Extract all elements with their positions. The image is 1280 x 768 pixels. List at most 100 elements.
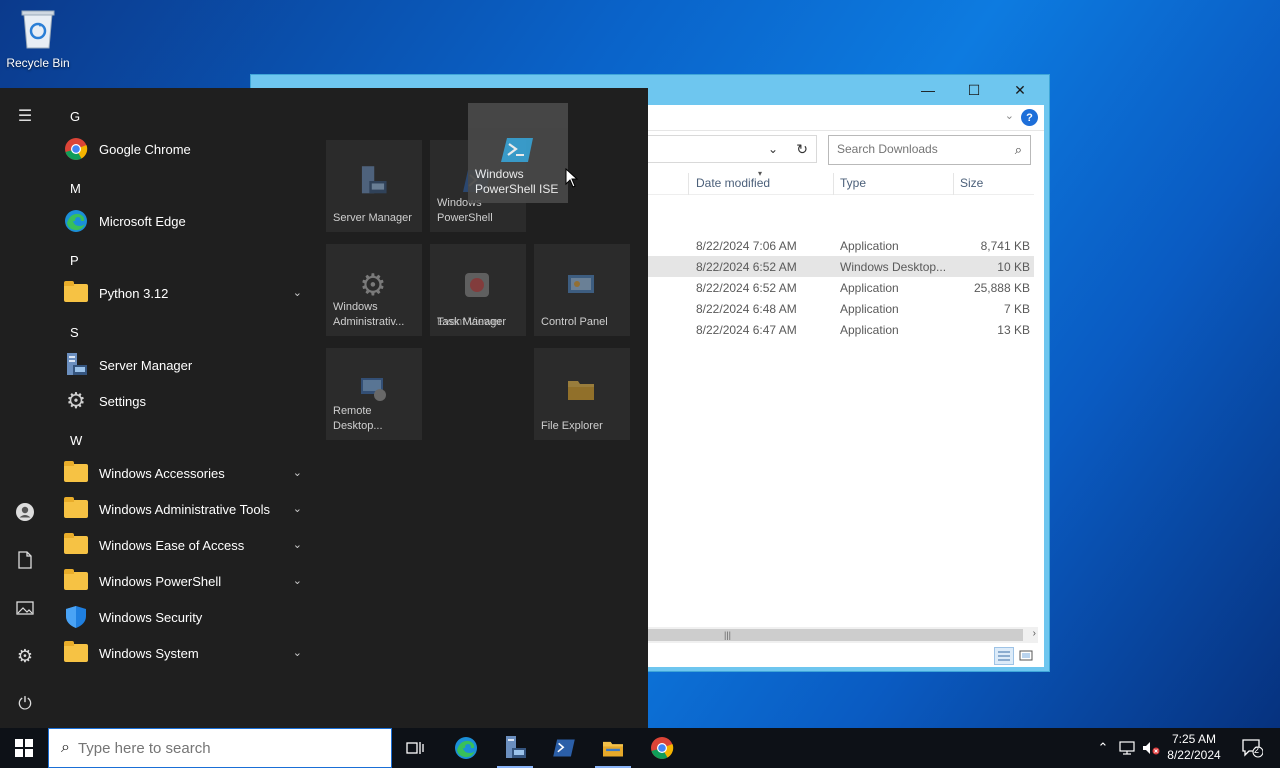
app-windows-security[interactable]: Windows Security [60, 600, 310, 634]
scroll-right-icon[interactable]: › [1033, 628, 1036, 639]
tile-file-explorer[interactable]: File Explorer [534, 348, 630, 440]
app-microsoft-edge[interactable]: Microsoft Edge [60, 204, 310, 238]
help-button[interactable]: ? [1021, 109, 1038, 126]
tile-label: Windows Administrativ... [333, 301, 405, 328]
letter-header-s[interactable]: S [70, 325, 79, 340]
app-label: Windows Ease of Access [99, 537, 245, 553]
tile-task-manager-event-viewer[interactable]: Task Manager Event Viewer [430, 244, 526, 336]
letter-header-w[interactable]: W [70, 433, 82, 448]
chevron-down-icon[interactable]: ⌄ [293, 574, 302, 587]
taskbar-chrome[interactable] [638, 728, 686, 768]
scrollbar-thumb[interactable]: ||| [648, 629, 1023, 641]
search-icon: ⌕ [1014, 142, 1022, 157]
recycle-bin-desktop-icon[interactable]: Recycle Bin [6, 6, 70, 70]
row-type: Application [840, 239, 899, 253]
app-windows-accessories[interactable]: Windows Accessories ⌄ [60, 456, 310, 490]
tile-remote-desktop[interactable]: Remote Desktop... [326, 348, 422, 440]
edge-icon [63, 208, 89, 234]
action-center-button[interactable]: 2 [1232, 728, 1272, 768]
large-icons-view-button[interactable] [1016, 647, 1036, 665]
taskbar-server-manager[interactable] [491, 728, 539, 768]
network-button[interactable] [1116, 728, 1138, 768]
search-input[interactable] [829, 136, 999, 162]
app-label: Google Chrome [99, 141, 191, 157]
chevron-down-icon[interactable]: ⌄ [293, 286, 302, 299]
server-manager-icon [356, 164, 390, 198]
tile-server-manager[interactable]: Server Manager [326, 140, 422, 232]
app-windows-system[interactable]: Windows System ⌄ [60, 636, 310, 670]
app-server-manager[interactable]: Server Manager [60, 348, 310, 382]
task-view-icon [406, 742, 424, 754]
pictures-button[interactable] [0, 588, 50, 628]
chevron-down-icon[interactable]: ⌄ [293, 646, 302, 659]
expand-menu-button[interactable]: ☰ [0, 96, 50, 136]
table-row[interactable]: 8/22/2024 6:47 AM Application 13 KB [648, 319, 1034, 340]
letter-header-p[interactable]: P [70, 253, 79, 268]
column-size[interactable]: Size [960, 176, 983, 190]
status-bar [648, 645, 1044, 667]
taskbar-file-explorer[interactable] [589, 728, 637, 768]
table-row[interactable]: 8/22/2024 6:52 AM Application 25,888 KB [648, 277, 1034, 298]
volume-muted-icon [1143, 742, 1160, 755]
chevron-down-icon[interactable]: ⌄ [293, 502, 302, 515]
sort-caret-icon: ▾ [758, 169, 763, 178]
folder-icon [63, 496, 89, 522]
documents-button[interactable] [0, 540, 50, 580]
settings-rail-button[interactable]: ⚙ [0, 636, 50, 676]
column-date-modified[interactable]: Date modified [696, 176, 770, 190]
power-button[interactable]: ⏻ [0, 684, 50, 724]
details-view-button[interactable] [994, 647, 1014, 665]
maximize-button[interactable]: ☐ [951, 75, 997, 105]
expand-ribbon-icon[interactable]: ⌄ [1005, 109, 1014, 122]
start-menu: ☰ ⚙ ⏻ G Google Chrome M Microsoft Edge P [0, 88, 648, 728]
column-type[interactable]: Type [840, 176, 866, 190]
tile-windows-administrative-tools[interactable]: ⚙ Windows Administrativ... [326, 244, 422, 336]
row-type: Application [840, 323, 899, 337]
task-view-button[interactable] [392, 728, 440, 768]
event-viewer-icon [460, 268, 494, 302]
table-row[interactable]: 8/22/2024 6:48 AM Application 7 KB [648, 298, 1034, 319]
chevron-down-icon[interactable]: ⌄ [293, 538, 302, 551]
user-account-button[interactable] [0, 492, 50, 532]
tile-windows-powershell-ise-dragging[interactable]: Windows PowerShell ISE [468, 103, 568, 203]
minimize-button[interactable]: — [905, 75, 951, 105]
tile-label: File Explorer [541, 420, 603, 432]
table-row[interactable]: 8/22/2024 7:06 AM Application 8,741 KB [648, 235, 1034, 256]
row-type: Application [840, 302, 899, 316]
taskbar-powershell[interactable] [540, 728, 588, 768]
folder-icon [63, 280, 89, 306]
maximize-icon: ☐ [967, 81, 981, 98]
app-python-3-12[interactable]: Python 3.12 ⌄ [60, 276, 310, 310]
volume-button[interactable] [1140, 728, 1162, 768]
app-google-chrome[interactable]: Google Chrome [60, 132, 310, 166]
letter-header-m[interactable]: M [70, 181, 81, 196]
app-windows-administrative-tools[interactable]: Windows Administrative Tools ⌄ [60, 492, 310, 526]
row-type: Windows Desktop... [840, 260, 947, 274]
app-label: Python 3.12 [99, 285, 169, 301]
document-icon [18, 551, 32, 569]
chevron-down-icon[interactable]: ⌄ [293, 466, 302, 479]
search-box[interactable]: ⌕ [828, 135, 1031, 165]
start-button[interactable] [0, 728, 48, 768]
app-windows-ease-of-access[interactable]: Windows Ease of Access ⌄ [60, 528, 310, 562]
chevron-down-icon[interactable]: ⌄ [768, 142, 778, 156]
table-row[interactable]: 8/22/2024 6:52 AM Windows Desktop... 10 … [648, 256, 1034, 277]
refresh-icon[interactable]: ↻ [796, 141, 808, 158]
server-manager-icon [63, 352, 89, 378]
taskbar: ⌕ ⌃ 7:25 AM 8/22/2024 2 [0, 728, 1280, 768]
user-icon [16, 503, 34, 521]
recycle-bin-label: Recycle Bin [6, 56, 70, 70]
app-windows-powershell[interactable]: Windows PowerShell ⌄ [60, 564, 310, 598]
letter-header-g[interactable]: G [70, 109, 80, 124]
address-bar[interactable]: ⌄ ↻ [648, 135, 817, 163]
taskbar-search-input[interactable] [77, 739, 368, 757]
folder-icon [63, 532, 89, 558]
horizontal-scrollbar[interactable]: ||| › [648, 627, 1038, 643]
app-settings[interactable]: ⚙ Settings [60, 384, 310, 418]
taskbar-search-box[interactable]: ⌕ [48, 728, 392, 768]
close-button[interactable]: ✕ [997, 75, 1043, 105]
show-hidden-icons-button[interactable]: ⌃ [1092, 728, 1114, 768]
taskbar-edge[interactable] [442, 728, 490, 768]
taskbar-clock[interactable]: 7:25 AM 8/22/2024 [1160, 731, 1228, 763]
tile-control-panel[interactable]: Control Panel [534, 244, 630, 336]
